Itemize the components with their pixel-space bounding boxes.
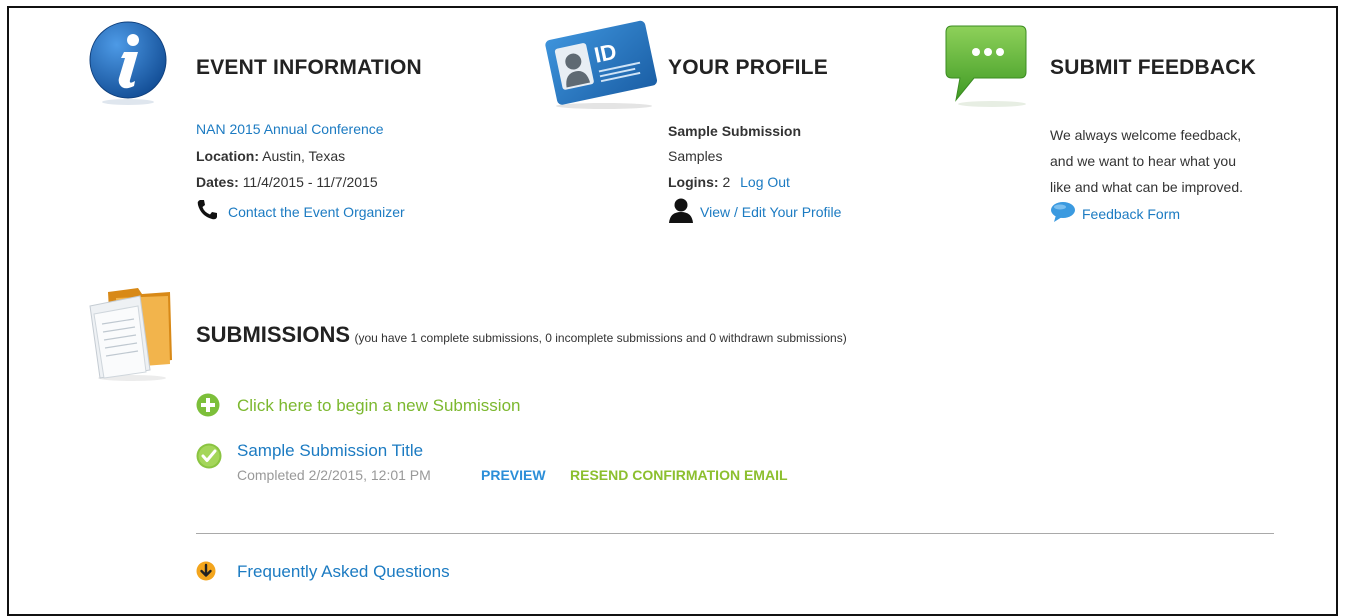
feedback-line-2: and we want to hear what you bbox=[1050, 153, 1237, 169]
person-icon bbox=[668, 197, 694, 228]
chat-bubble-icon bbox=[942, 22, 1034, 108]
check-icon bbox=[196, 443, 222, 474]
divider bbox=[196, 533, 1274, 534]
profile-org: Samples bbox=[668, 148, 723, 164]
edit-profile-link[interactable]: View / Edit Your Profile bbox=[700, 204, 841, 220]
feedback-line-3: like and what can be improved. bbox=[1050, 179, 1243, 195]
submissions-heading-row: SUBMISSIONS (you have 1 complete submiss… bbox=[196, 322, 847, 348]
feedback-form-link[interactable]: Feedback Form bbox=[1082, 206, 1180, 222]
phone-icon bbox=[196, 199, 218, 226]
info-icon bbox=[88, 20, 168, 106]
new-submission-link[interactable]: Click here to begin a new Submission bbox=[237, 396, 520, 416]
dates-value: 11/4/2015 - 11/7/2015 bbox=[242, 174, 378, 190]
event-location: Location: Austin, Texas bbox=[196, 146, 345, 166]
folder-icon bbox=[86, 284, 178, 382]
submission-title-link[interactable]: Sample Submission Title bbox=[237, 441, 423, 461]
event-dates: Dates: 11/4/2015 - 11/7/2015 bbox=[196, 172, 378, 192]
profile-logins: Logins: 2 Log Out bbox=[668, 172, 790, 192]
submissions-summary: (you have 1 complete submissions, 0 inco… bbox=[354, 331, 847, 345]
arrow-down-icon[interactable] bbox=[196, 561, 216, 586]
resend-confirmation-link[interactable]: RESEND CONFIRMATION EMAIL bbox=[570, 467, 788, 483]
event-heading: EVENT INFORMATION bbox=[196, 56, 422, 79]
id-card-icon: ID bbox=[542, 18, 662, 110]
submissions-heading: SUBMISSIONS bbox=[196, 322, 351, 347]
contact-organizer-link[interactable]: Contact the Event Organizer bbox=[228, 204, 405, 220]
location-value: Austin, Texas bbox=[262, 148, 346, 164]
profile-heading: YOUR PROFILE bbox=[668, 56, 828, 79]
submission-status: Completed 2/2/2015, 12:01 PM bbox=[237, 467, 431, 483]
dates-label: Dates: bbox=[196, 174, 239, 190]
speech-icon bbox=[1050, 201, 1076, 228]
logins-value: 2 bbox=[722, 174, 731, 190]
feedback-heading: SUBMIT FEEDBACK bbox=[1050, 56, 1256, 79]
location-label: Location: bbox=[196, 148, 259, 164]
add-icon[interactable] bbox=[196, 393, 220, 422]
feedback-line-1: We always welcome feedback, bbox=[1050, 127, 1242, 143]
feedback-text: We always welcome feedback, and we want … bbox=[1050, 122, 1243, 200]
preview-link[interactable]: PREVIEW bbox=[481, 467, 546, 483]
event-name-link[interactable]: NAN 2015 Annual Conference bbox=[196, 121, 384, 137]
profile-name: Sample Submission bbox=[668, 123, 802, 139]
faq-link[interactable]: Frequently Asked Questions bbox=[237, 562, 450, 582]
page-frame bbox=[7, 6, 1338, 616]
logout-link[interactable]: Log Out bbox=[740, 174, 790, 190]
logins-label: Logins: bbox=[668, 174, 719, 190]
